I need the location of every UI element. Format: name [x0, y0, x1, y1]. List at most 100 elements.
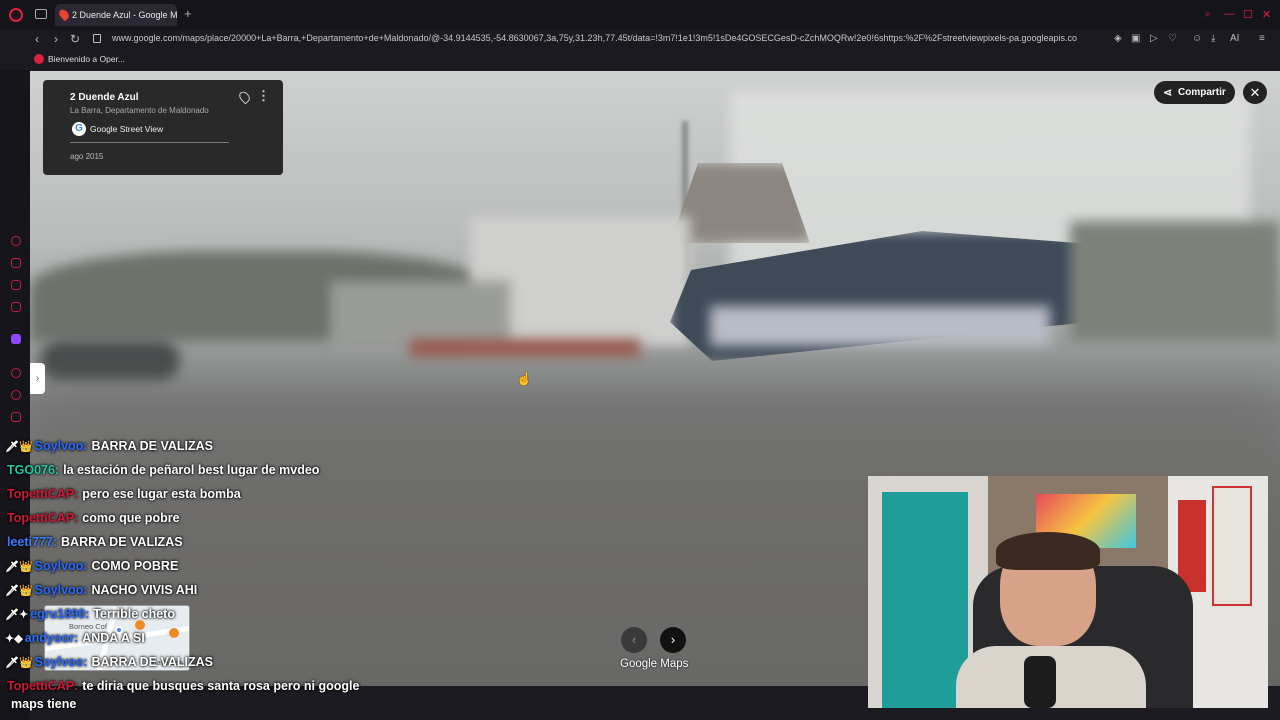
street-view-source: Google Street View — [90, 124, 164, 134]
bookmark-label: Bienvenido a Oper... — [48, 54, 126, 64]
chat-message: 🗡👑 Soylvoo: COMO POBRE — [5, 559, 178, 573]
poi-marker-icon — [169, 628, 179, 638]
tab-title: 2 Duende Azul - Google M — [72, 10, 177, 20]
chat-message: TGO076: la estación de peñarol best lugar… — [5, 463, 319, 477]
share-icon: ⋖ — [1163, 87, 1173, 99]
chat-message: 🗡✦ egru1890: Terrible cheto — [5, 607, 175, 621]
new-tab-button[interactable]: + — [184, 6, 192, 21]
teal-shelf — [882, 492, 968, 708]
reload-icon[interactable]: ↻ — [70, 32, 80, 46]
sidebar-messenger-icon[interactable] — [11, 280, 21, 290]
screen: 2 Duende Azul - Google M + ⌕ — ☐ ✕ ‹ › ↻… — [0, 0, 1280, 720]
shield-icon[interactable]: ◈ — [1114, 33, 1122, 44]
place-subtitle: La Barra, Departamento de Maldonado — [70, 106, 209, 115]
browser-sidebar — [0, 70, 30, 720]
chat-text: la estación de peñarol best lugar de mvd… — [63, 463, 320, 477]
chat-badges: 🗡👑 — [5, 561, 33, 573]
person-hair — [996, 532, 1100, 570]
chat-username: TopettiCAP: — [7, 679, 79, 693]
expand-panel-button[interactable]: › — [30, 363, 45, 394]
minimap-label-1: Borneo Cof — [69, 622, 107, 631]
chat-text: Terrible cheto — [93, 607, 175, 621]
poster-2 — [1212, 486, 1252, 606]
maps-pin-icon — [57, 7, 71, 22]
chat-badges: 🗡👑 — [5, 657, 33, 669]
workspaces-icon[interactable] — [35, 9, 47, 19]
chat-text: pero ese lugar esta bomba — [82, 487, 241, 501]
chat-username: TopettiCAP: — [7, 511, 79, 525]
capture-date[interactable]: ago 2015 — [70, 152, 103, 161]
chat-message: leeti777: BARRA DE VALIZAS — [5, 535, 183, 549]
poi-marker-icon — [135, 620, 145, 630]
chat-text: BARRA DE VALIZAS — [91, 439, 213, 453]
sidebar-crypto-icon[interactable] — [11, 258, 21, 268]
chat-message: TopettiCAP: como que pobre — [5, 511, 180, 525]
divider — [70, 142, 229, 143]
chat-badges: ✦◆ — [5, 633, 23, 645]
place-title[interactable]: 2 Duende Azul — [70, 92, 139, 103]
sidebar-history-icon[interactable] — [11, 390, 21, 400]
heart-icon[interactable]: ♡ — [1168, 33, 1177, 44]
minimize-icon[interactable]: — — [1224, 8, 1235, 20]
microphone — [1024, 656, 1056, 708]
chat-message: 🗡👑 Soylvoo: BARRA DE VALIZAS — [5, 439, 213, 453]
bookmarks-bar: Bienvenido a Oper... — [0, 50, 1280, 70]
share-label: Compartir — [1178, 87, 1226, 98]
forward-icon[interactable]: › — [54, 32, 58, 46]
location-pin-icon[interactable] — [237, 89, 252, 105]
chat-username: andyoor: — [24, 631, 79, 645]
chat-message: ✦◆ andyoor: ANDA A SI — [5, 631, 145, 645]
more-options-icon[interactable]: ⋮ — [257, 88, 270, 104]
account-icon[interactable]: ☺ — [1192, 33, 1202, 44]
place-info-card: 2 Duende Azul La Barra, Departamento de … — [43, 80, 283, 175]
chat-text: maps tiene — [11, 697, 77, 711]
chat-message: maps tiene — [5, 697, 76, 711]
chat-message: TopettiCAP: pero ese lugar esta bomba — [5, 487, 241, 501]
window-close-icon[interactable]: ✕ — [1262, 8, 1271, 21]
chat-message: 🗡👑 Soylvoo: BARRA DE VALIZAS — [5, 655, 213, 669]
chat-message: 🗡👑 Soylvoo: NACHO VIVIS AHI — [5, 583, 197, 597]
chat-username: egru1890: — [30, 607, 90, 621]
chat-badges: 🗡👑 — [5, 441, 33, 453]
download-icon[interactable]: ⤓ — [1211, 33, 1215, 44]
chat-username: Soylvoo: — [34, 439, 88, 453]
previous-photo-button[interactable]: ‹ — [621, 627, 647, 653]
chat-text: BARRA DE VALIZAS — [91, 655, 213, 669]
chat-username: TopettiCAP: — [7, 487, 79, 501]
chat-badges: 🗡✦ — [5, 609, 29, 621]
menu-icon[interactable]: ≡ — [1259, 33, 1265, 44]
search-icon[interactable]: ⌕ — [1205, 8, 1211, 21]
chat-text: NACHO VIVIS AHI — [91, 583, 198, 597]
hand-cursor-icon: ☝ — [516, 371, 533, 386]
webcam-overlay — [868, 476, 1268, 708]
chat-username: Soylvoo: — [34, 583, 88, 597]
share-button[interactable]: ⋖ Compartir — [1154, 81, 1235, 104]
back-icon[interactable]: ‹ — [35, 32, 39, 46]
play-icon[interactable]: ▷ — [1150, 33, 1158, 44]
maximize-icon[interactable]: ☐ — [1243, 8, 1253, 21]
chat-text: BARRA DE VALIZAS — [61, 535, 183, 549]
ai-button[interactable]: AI — [1230, 33, 1239, 44]
address-bar: ‹ › ↻ www.google.com/maps/place/20000+La… — [0, 30, 1280, 50]
chat-username: Soylvoo: — [34, 655, 88, 669]
tab-google-maps[interactable]: 2 Duende Azul - Google M — [55, 4, 177, 26]
sidebar-twitch-icon[interactable] — [11, 334, 21, 344]
url-field[interactable]: www.google.com/maps/place/20000+La+Barra… — [112, 33, 1110, 43]
lock-icon — [93, 34, 101, 43]
chat-username: Soylvoo: — [34, 559, 88, 573]
chat-text: ANDA A SI — [82, 631, 145, 645]
next-photo-button[interactable]: › — [660, 627, 686, 653]
sidebar-aria-icon[interactable] — [11, 236, 21, 246]
chat-username: leeti777: — [7, 535, 58, 549]
snapshot-icon[interactable]: ▣ — [1131, 33, 1140, 44]
browser-tab-bar: 2 Duende Azul - Google M + ⌕ — ☐ ✕ — [0, 0, 1280, 30]
opera-logo-icon[interactable] — [9, 8, 23, 22]
chat-badges: 🗡👑 — [5, 585, 33, 597]
close-street-view-button[interactable]: ✕ — [1243, 81, 1267, 104]
sidebar-mail-icon[interactable] — [11, 302, 21, 312]
bookmark-welcome[interactable]: Bienvenido a Oper... — [34, 54, 125, 64]
chat-message: TopettiCAP: te diria que busques santa ro… — [5, 679, 359, 693]
sidebar-player-icon[interactable] — [11, 368, 21, 378]
chat-text: como que pobre — [82, 511, 180, 525]
sidebar-settings-icon[interactable] — [11, 412, 21, 422]
